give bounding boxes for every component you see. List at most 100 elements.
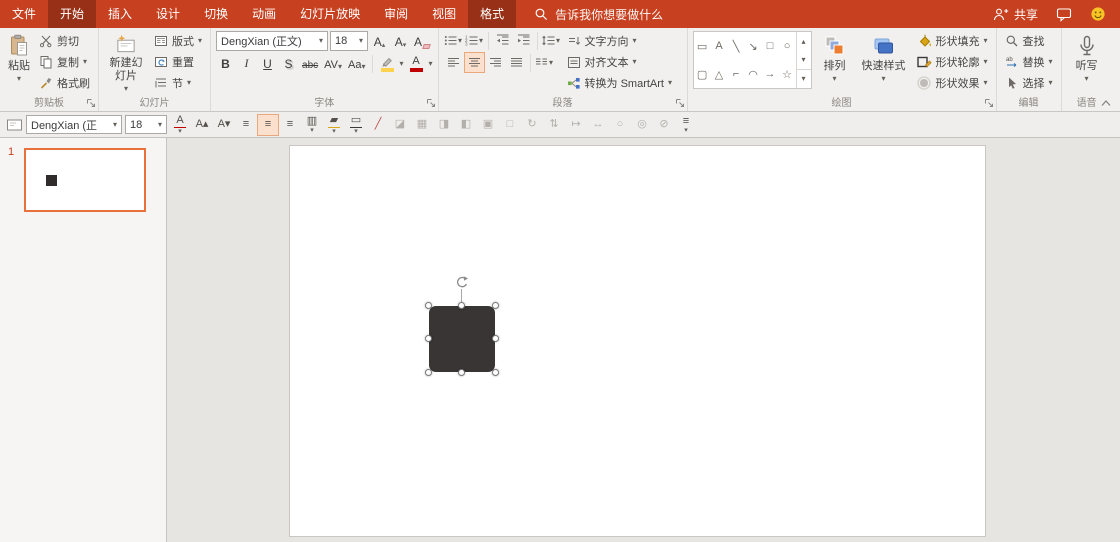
feedback-smiley-button[interactable]	[1090, 6, 1106, 22]
draw-border-pen-icon[interactable]: ╱	[368, 115, 388, 135]
slide-editing-surface[interactable]	[290, 146, 985, 536]
align-objects-icon[interactable]: ↦	[566, 115, 586, 135]
shape-text-box[interactable]: A	[711, 32, 728, 60]
find-button[interactable]: 查找	[1002, 31, 1056, 51]
toolbar-options-icon[interactable]: ≡ ▾	[676, 115, 696, 135]
cut-button[interactable]: 剪切	[36, 31, 93, 51]
align-left-button[interactable]	[444, 53, 463, 72]
tab-design[interactable]: 设计	[144, 0, 192, 28]
shapes-scroll-up[interactable]: ▴	[797, 32, 811, 50]
rounded-rectangle-shape[interactable]	[429, 306, 495, 372]
resize-handle-s[interactable]	[458, 369, 465, 376]
bold-button[interactable]: B	[216, 54, 235, 73]
drawing-dialog-launcher[interactable]	[984, 98, 994, 108]
ungroup-objects-icon[interactable]: □	[500, 115, 520, 135]
shape-line[interactable]: ╲	[728, 32, 745, 60]
font-name-combo[interactable]: DengXian (正文) ▾	[216, 31, 328, 51]
columns-button[interactable]: ▾	[535, 53, 554, 72]
quickbar-font-size-combo[interactable]: 18 ▾	[125, 115, 167, 134]
dictate-button[interactable]: 听写 ▾	[1067, 31, 1107, 93]
underline-button[interactable]: U	[258, 54, 277, 73]
resize-handle-ne[interactable]	[492, 302, 499, 309]
rotate-objects-icon[interactable]: ↻	[522, 115, 542, 135]
layout-button[interactable]: 版式 ▾	[151, 31, 205, 51]
tab-slideshow[interactable]: 幻灯片放映	[288, 0, 372, 28]
flip-objects-icon[interactable]: ⇅	[544, 115, 564, 135]
align-text-button[interactable]: 对齐文本 ▾	[564, 52, 682, 72]
tab-review[interactable]: 审阅	[372, 0, 420, 28]
bullets-button[interactable]: ▾	[444, 31, 463, 50]
shape-rect[interactable]: □	[762, 32, 779, 60]
convert-to-smartart-button[interactable]: 转换为 SmartArt ▾	[564, 73, 682, 93]
shape-arc[interactable]: ◠	[745, 60, 762, 88]
character-spacing-button[interactable]: AV▾	[322, 54, 344, 73]
shape-star[interactable]: ☆	[779, 60, 796, 88]
clipboard-dialog-launcher[interactable]	[86, 98, 96, 108]
resize-handle-se[interactable]	[492, 369, 499, 376]
collapse-ribbon-button[interactable]	[1100, 99, 1112, 107]
shape-outline-button[interactable]: 形状轮廓 ▾	[913, 52, 991, 72]
resize-handle-n[interactable]	[458, 302, 465, 309]
align-center-button[interactable]	[465, 53, 484, 72]
tell-me-search[interactable]: 告诉我你想要做什么	[520, 0, 677, 28]
tab-format[interactable]: 格式	[468, 0, 516, 28]
new-slide-button[interactable]: 新建幻灯片 ▾	[104, 31, 148, 93]
shape-corner[interactable]: ⌐	[728, 60, 745, 88]
shapes-more-button[interactable]: ▾	[797, 69, 811, 88]
tab-insert[interactable]: 插入	[96, 0, 144, 28]
shape-fill-button[interactable]: 形状填充 ▾	[913, 31, 991, 51]
section-button[interactable]: 节 ▾	[151, 73, 205, 93]
align-center-icon[interactable]: ≡	[258, 115, 278, 135]
resize-handle-e[interactable]	[492, 335, 499, 342]
no-fill-icon[interactable]: ⊘	[654, 115, 674, 135]
column-width-icon[interactable]: ▥ ▾	[302, 115, 322, 135]
font-color-button[interactable]: A	[406, 54, 427, 73]
shape-outline-icon[interactable]: ▭ ▾	[346, 115, 366, 135]
grow-font-button[interactable]: A▴	[370, 32, 389, 51]
font-size-combo[interactable]: 18 ▾	[330, 31, 368, 51]
arrange-button[interactable]: 排列 ▾	[815, 31, 855, 93]
grow-font-icon[interactable]: A▴	[192, 115, 212, 135]
text-highlight-button[interactable]	[377, 54, 398, 73]
copy-button[interactable]: 复制 ▾	[36, 52, 93, 72]
shape-oval[interactable]: ○	[779, 32, 796, 60]
ring-shape-icon[interactable]: ◎	[632, 115, 652, 135]
shrink-font-button[interactable]: A▾	[391, 32, 410, 51]
resize-handle-nw[interactable]	[425, 302, 432, 309]
decrease-indent-button[interactable]	[493, 31, 512, 50]
resize-handle-sw[interactable]	[425, 369, 432, 376]
paragraph-dialog-launcher[interactable]	[675, 98, 685, 108]
clear-formatting-button[interactable]: A	[412, 32, 432, 51]
tab-home[interactable]: 开始	[48, 0, 96, 28]
eraser-icon[interactable]: ◪	[390, 115, 410, 135]
align-justify-icon[interactable]: ≡	[280, 115, 300, 135]
shape-fill-icon[interactable]: ▰ ▾	[324, 115, 344, 135]
text-direction-button[interactable]: 文字方向 ▾	[564, 31, 682, 51]
align-right-button[interactable]	[486, 53, 505, 72]
mini-slide-icon[interactable]	[6, 117, 23, 133]
tab-animations[interactable]: 动画	[240, 0, 288, 28]
shapes-scroll-down[interactable]: ▾	[797, 50, 811, 68]
share-button[interactable]: 共享	[992, 6, 1038, 23]
shape-arrow-line[interactable]: ↘	[745, 32, 762, 60]
rotate-handle[interactable]	[454, 275, 470, 291]
bring-forward-icon[interactable]: ◨	[434, 115, 454, 135]
text-shadow-button[interactable]: S	[279, 54, 298, 73]
format-painter-button[interactable]: 格式刷	[36, 73, 93, 93]
italic-button[interactable]: I	[237, 54, 256, 73]
replace-button[interactable]: ab 替换 ▾	[1002, 52, 1056, 72]
strikethrough-button[interactable]: abc	[300, 54, 320, 73]
send-backward-icon[interactable]: ◧	[456, 115, 476, 135]
align-left-icon[interactable]: ≡	[236, 115, 256, 135]
tab-transitions[interactable]: 切换	[192, 0, 240, 28]
change-case-button[interactable]: Aa▾	[346, 54, 367, 73]
shape-select[interactable]: ▭	[694, 32, 711, 60]
increase-indent-button[interactable]	[514, 31, 533, 50]
font-dialog-launcher[interactable]	[426, 98, 436, 108]
line-spacing-button[interactable]: ▾	[542, 31, 561, 50]
shape-triangle[interactable]: △	[711, 60, 728, 88]
group-objects-icon[interactable]: ▣	[478, 115, 498, 135]
comments-button[interactable]	[1056, 7, 1072, 22]
tab-view[interactable]: 视图	[420, 0, 468, 28]
quickbar-font-name-combo[interactable]: DengXian (正 ▾	[26, 115, 122, 134]
